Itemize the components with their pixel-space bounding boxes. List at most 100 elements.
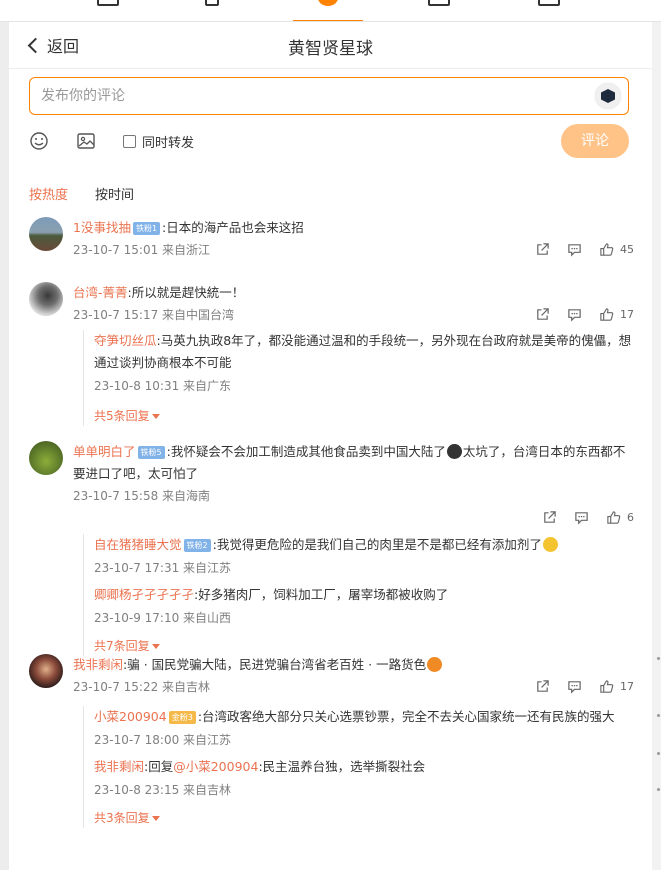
tab-sort-time[interactable]: 按时间 [95, 184, 134, 203]
avatar[interactable] [29, 282, 63, 316]
more-replies-label: 共5条回复 [94, 409, 150, 423]
more-replies-link[interactable]: 共7条回复 [94, 636, 634, 656]
comment-actions: 45 [518, 242, 634, 257]
fan-badge: 铁粉5 [137, 446, 165, 459]
sort-tabs: 按热度 按时间 [29, 184, 161, 203]
share-icon[interactable] [535, 307, 550, 322]
more-replies-label: 共3条回复 [94, 811, 150, 825]
more-replies-link[interactable]: 共3条回复 [94, 808, 634, 828]
like-count: 17 [620, 680, 634, 693]
top-tab-icon-4[interactable] [428, 0, 450, 6]
share-icon[interactable] [542, 510, 557, 525]
reply-meta: 23-10-9 17:10 来自山西 [94, 611, 232, 625]
comment-text: :骗 · 国民党骗大陆，民进党骗台湾省老百姓 · 一路货色 [123, 657, 427, 672]
emoji-icon[interactable] [29, 131, 49, 151]
like-icon[interactable] [606, 510, 621, 525]
more-replies-link[interactable]: 共5条回复 [94, 406, 634, 426]
reply-username[interactable]: 夺笋切丝瓜 [94, 333, 157, 348]
comment-text-line: 1没事找抽 铁粉1:日本的海产品也会来这招 [73, 217, 634, 239]
image-icon[interactable] [76, 131, 96, 151]
fan-badge: 铁粉1 [132, 222, 161, 235]
repost-checkbox[interactable] [123, 134, 136, 148]
comment-icon[interactable] [567, 242, 582, 257]
reply-username[interactable]: 自在猪猪睡大觉 [94, 537, 182, 552]
panel-header: 返回 黄智贤星球 [9, 22, 652, 69]
reply-prefix: :回复 [144, 759, 174, 774]
top-tab-icon-5[interactable] [538, 0, 560, 6]
like-count: 45 [620, 243, 634, 256]
sweat-emoji-icon [542, 537, 558, 552]
comment-text: :日本的海产品也会来这招 [162, 220, 304, 235]
top-tab-bar [0, 0, 661, 22]
like-icon[interactable] [599, 679, 614, 694]
caret-down-icon [151, 414, 160, 419]
comment-text: :所以就是趕快統一！ [127, 285, 245, 300]
ai-assistant-icon [601, 89, 615, 103]
repost-toggle[interactable]: 同时转发 [123, 132, 194, 151]
reply-text: :我觉得更危险的是我们自己的肉里是不是都已经有添加剂了 [212, 537, 542, 552]
reply-meta: 23-10-8 23:15 来自吉林 [94, 783, 232, 797]
comment-text-line: 我非剩闲:骗 · 国民党骗大陆，民进党骗台湾省老百姓 · 一路货色 [73, 654, 634, 676]
reply-thread: 夺笋切丝瓜:马英九执政8年了，都没能通过温和的手段统一，另外现在台政府就是美帝的… [83, 330, 634, 426]
fan-badge: 金粉3 [168, 711, 196, 724]
comment-text-line: 台湾-菁菁:所以就是趕快統一！ [73, 282, 634, 304]
comment-body: 单单明白了 铁粉5:我怀疑会不会加工制造成其他食品卖到中国大陆了 太坑了，台湾日本的… [73, 441, 634, 506]
like-icon[interactable] [599, 242, 614, 257]
ai-assistant-button[interactable] [596, 84, 620, 108]
reply-username[interactable]: 小菜200904 [94, 709, 167, 724]
reply-thread: 小菜200904 金粉3:台湾政客绝大部分只关心选票钞票，完全不去关心国家统一还有… [83, 706, 634, 828]
comment-text: :我怀疑会不会加工制造成其他食品卖到中国大陆了 [166, 444, 446, 459]
share-icon[interactable] [535, 242, 550, 257]
edge-dot [657, 788, 660, 791]
reply-text-line: 自在猪猪睡大觉 铁粉2:我觉得更危险的是我们自己的肉里是不是都已经有添加剂了 [94, 534, 634, 556]
edge-dot [657, 714, 660, 717]
reply-username[interactable]: 卿卿杨孑孑孑孑孑 [94, 587, 194, 602]
reply-text: :好多猪肉厂，饲料加工厂，屠宰场都被收购了 [194, 587, 449, 602]
submit-comment-button[interactable]: 评论 [561, 124, 629, 158]
fan-badge: 铁粉2 [183, 539, 211, 552]
caret-down-icon [151, 644, 160, 649]
comment-text-line: 单单明白了 铁粉5:我怀疑会不会加工制造成其他食品卖到中国大陆了 太坑了，台湾日本的… [73, 441, 634, 485]
reply-mention-link[interactable]: @小菜200904 [173, 759, 258, 774]
comment-icon[interactable] [567, 307, 582, 322]
caret-down-icon [151, 816, 160, 821]
comment-input[interactable] [30, 78, 570, 114]
scared-emoji-icon [446, 444, 462, 459]
top-tab-icon-2[interactable] [205, 0, 219, 6]
comment-username[interactable]: 1没事找抽 [73, 220, 131, 235]
comment-meta: 23-10-7 15:58 来自海南 [73, 489, 211, 503]
comment-icon[interactable] [567, 679, 582, 694]
compose-tools: 同时转发 [29, 130, 194, 152]
laughing-emoji-icon [427, 657, 443, 672]
tab-sort-hot[interactable]: 按热度 [29, 184, 68, 203]
reply-text-line: 我非剩闲:回复@小菜200904:民主温养台独，选举撕裂社会 [94, 756, 634, 778]
repost-label: 同时转发 [142, 135, 195, 151]
avatar[interactable] [29, 441, 63, 475]
top-tab-active-icon[interactable] [318, 0, 338, 6]
avatar[interactable] [29, 654, 63, 688]
share-icon[interactable] [535, 679, 550, 694]
reply-meta: 23-10-8 10:31 来自广东 [94, 379, 232, 393]
edge-dot [657, 657, 660, 660]
comment-username[interactable]: 我非剩闲 [73, 657, 123, 672]
reply-meta: 23-10-7 18:00 来自江苏 [94, 733, 232, 747]
reply-meta: 23-10-7 17:31 来自江苏 [94, 561, 232, 575]
reply-text: :台湾政客绝大部分只关心选票钞票，完全不去关心国家统一还有民族的强大 [197, 709, 615, 724]
reply-text-line: 小菜200904 金粉3:台湾政客绝大部分只关心选票钞票，完全不去关心国家统一还有… [94, 706, 634, 728]
comment-icon[interactable] [574, 510, 589, 525]
reply-username[interactable]: 我非剩闲 [94, 759, 144, 774]
reply-text: :民主温养台独，选举撕裂社会 [258, 759, 426, 774]
more-replies-label: 共7条回复 [94, 639, 150, 653]
top-tab-icon-1[interactable] [97, 0, 119, 6]
like-icon[interactable] [599, 307, 614, 322]
avatar[interactable] [29, 217, 63, 251]
comment-username[interactable]: 台湾-菁菁 [73, 285, 128, 300]
comment-compose-box [29, 77, 629, 115]
edge-dot [657, 752, 660, 755]
reply-text-line: 夺笋切丝瓜:马英九执政8年了，都没能通过温和的手段统一，另外现在台政府就是美帝的… [94, 330, 634, 374]
comment-username[interactable]: 单单明白了 [73, 444, 136, 459]
scroll-edge [652, 22, 661, 870]
reply-thread: 自在猪猪睡大觉 铁粉2:我觉得更危险的是我们自己的肉里是不是都已经有添加剂了 23… [83, 534, 634, 656]
reply-text: :马英九执政8年了，都没能通过温和的手段统一，另外现在台政府就是美帝的傀儡，想通… [94, 333, 632, 370]
reply-text-line: 卿卿杨孑孑孑孑孑:好多猪肉厂，饲料加工厂，屠宰场都被收购了 [94, 584, 634, 606]
